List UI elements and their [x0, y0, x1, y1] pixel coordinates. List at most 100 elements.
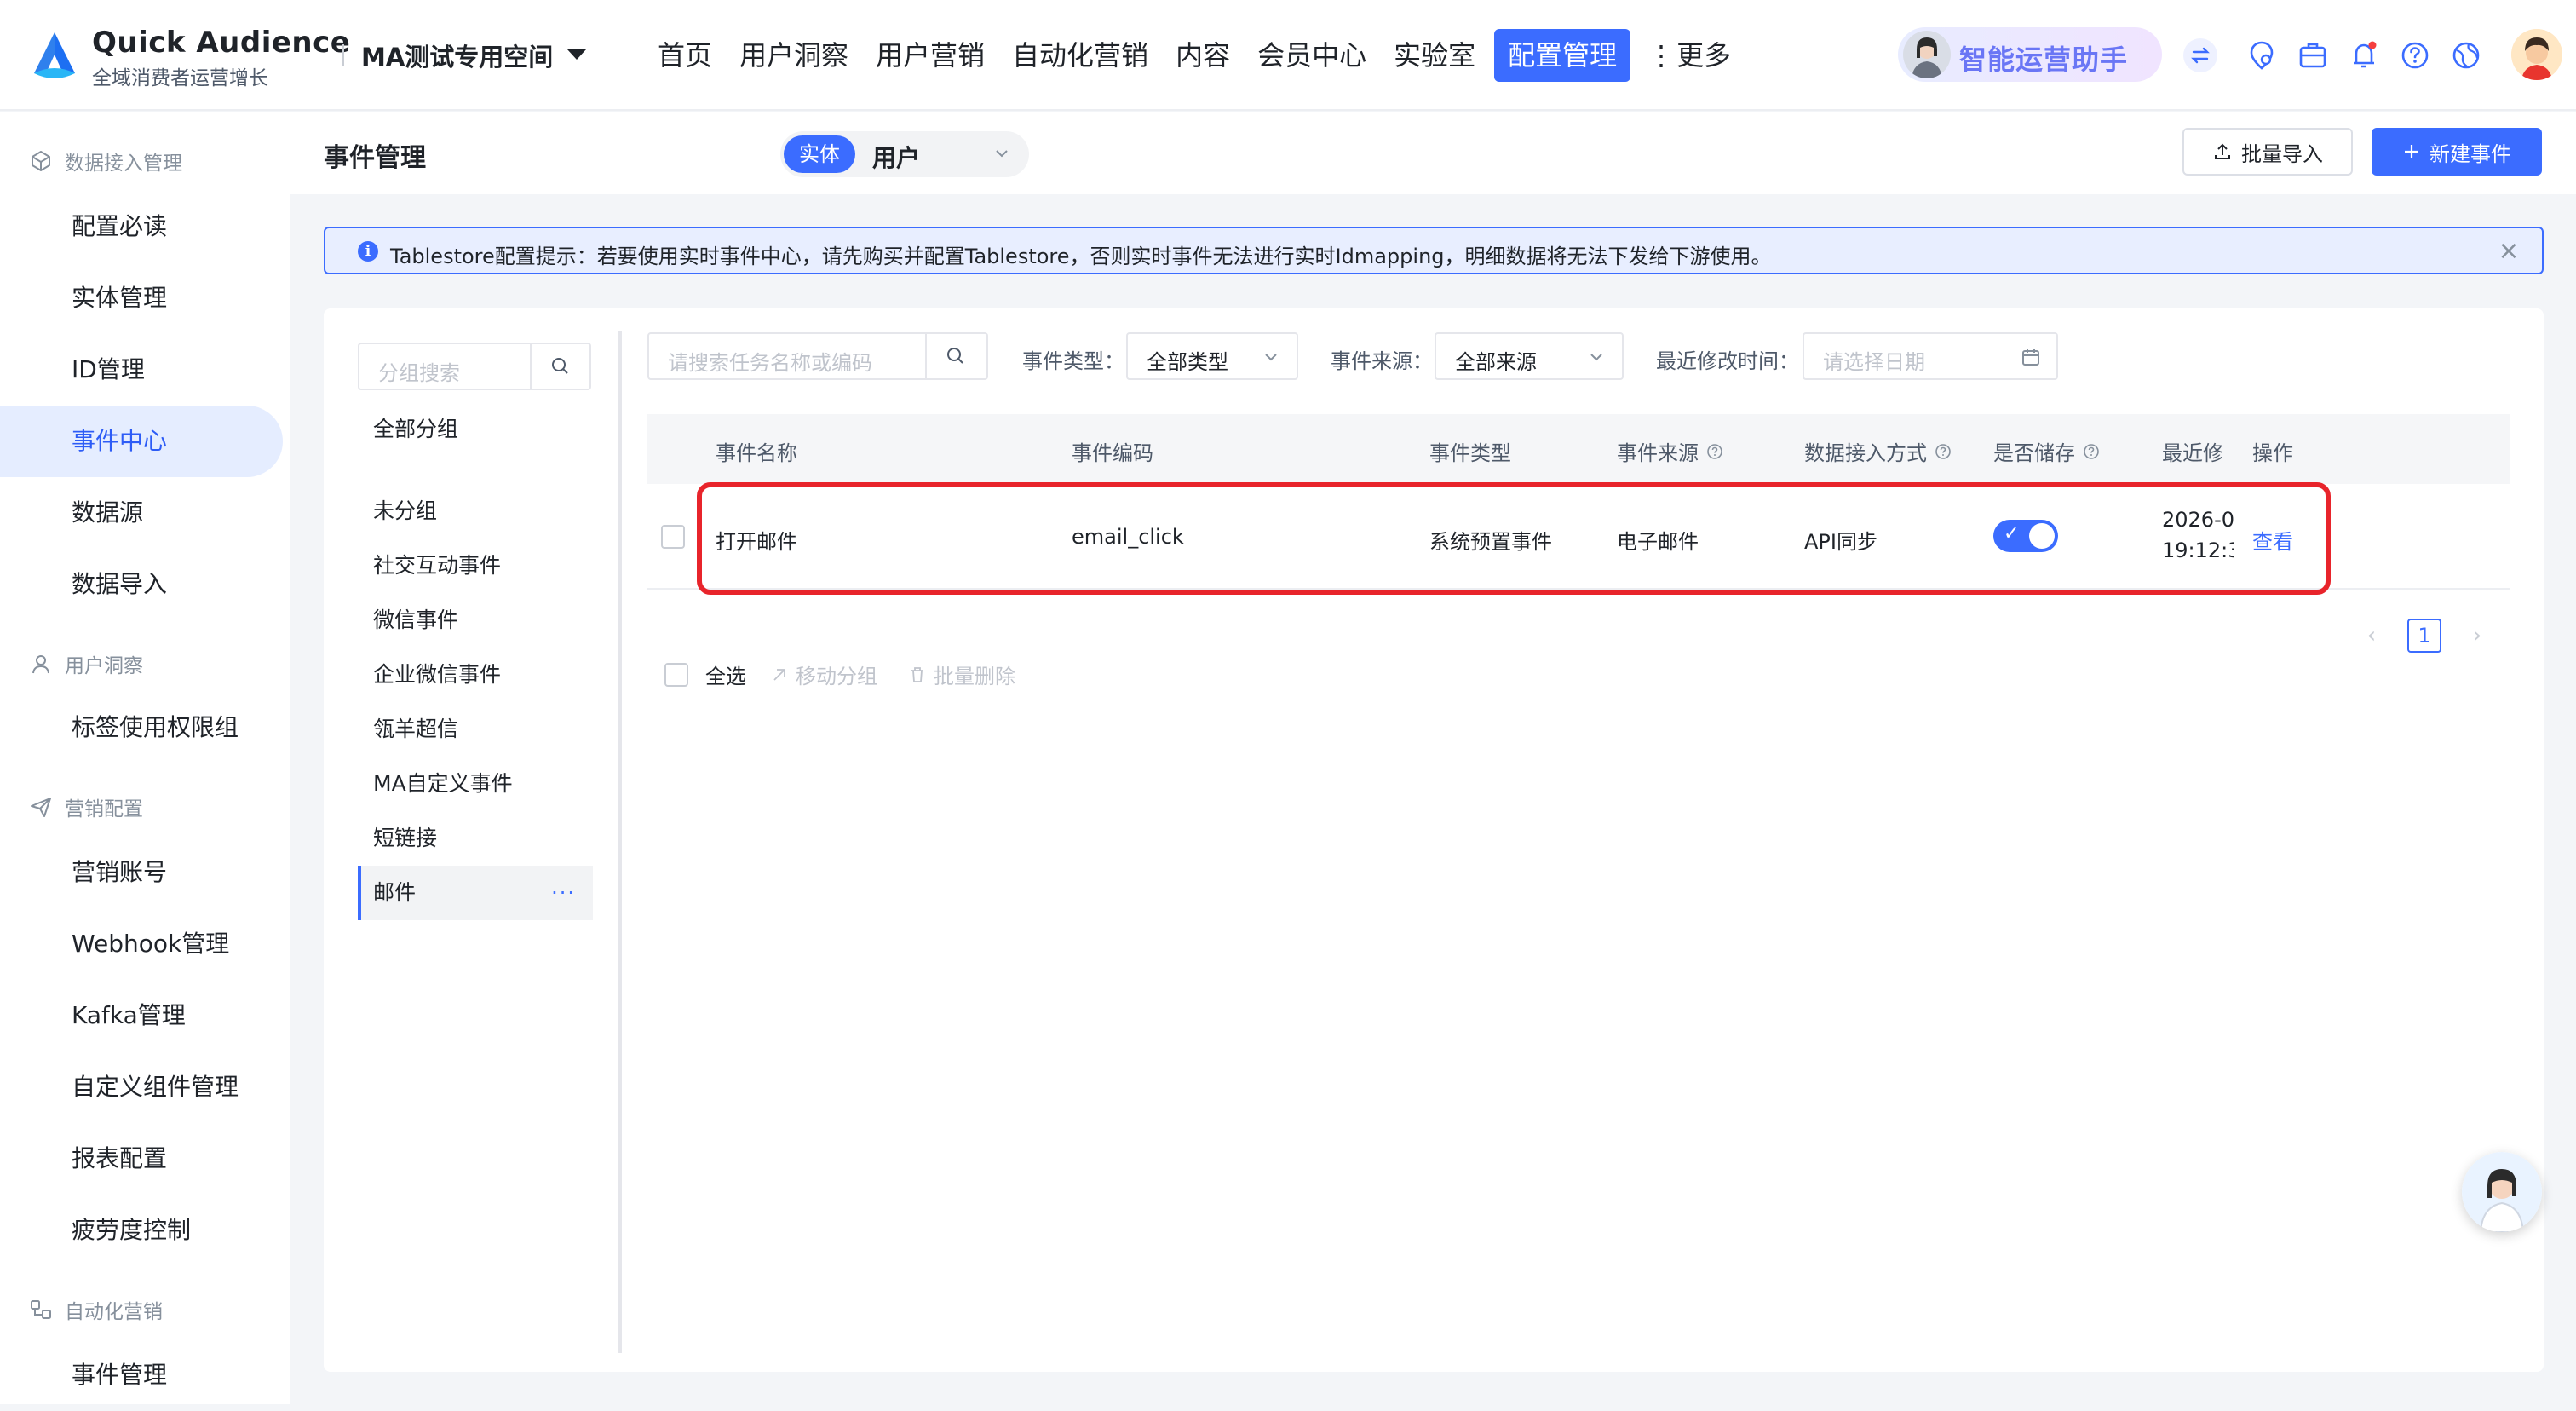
sidebar-item-report-config[interactable]: 报表配置 [0, 1123, 283, 1195]
sidebar-item-data-import[interactable]: 数据导入 [0, 549, 283, 620]
more-options-icon[interactable]: ··· [551, 866, 576, 920]
entity-value: 用户 [872, 144, 921, 172]
move-group-label: 移动分组 [796, 665, 877, 688]
sidebar-item-data-source[interactable]: 数据源 [0, 477, 283, 549]
view-link[interactable]: 查看 [2252, 525, 2293, 555]
task-search-input[interactable]: 请搜索任务名称或编码 [647, 332, 988, 380]
sidebar-item-event-center[interactable]: 事件中心 [0, 406, 283, 477]
select-all-checkbox[interactable] [664, 662, 688, 687]
cell-event-name: 打开邮件 [716, 530, 797, 554]
nav-lab[interactable]: 实验室 [1380, 29, 1489, 82]
cell-event-code: email_click [1072, 525, 1184, 549]
bell-icon[interactable] [2346, 37, 2382, 73]
close-icon[interactable]: × [2494, 237, 2523, 266]
sidebar-item-fatigue-control[interactable]: 疲劳度控制 [0, 1195, 283, 1266]
user-icon [32, 655, 49, 674]
sidebar-item-config-guide[interactable]: 配置必读 [0, 191, 283, 262]
group-item-lingyang-chaoxin[interactable]: 瓴羊超信 [358, 702, 593, 757]
event-source-select[interactable]: 全部来源 [1435, 332, 1624, 380]
sidebar-item-custom-component[interactable]: 自定义组件管理 [0, 1051, 283, 1123]
cell-event-type: 系统预置事件 [1429, 530, 1552, 554]
entity-tag: 实体 [784, 135, 855, 173]
group-search-placeholder: 分组搜索 [378, 361, 460, 385]
question-circle-icon[interactable] [1705, 442, 1724, 461]
group-item-label: 邮件 [373, 880, 417, 905]
question-circle-icon[interactable] [2082, 442, 2101, 461]
brand-subtitle: 全域消费者运营增长 [92, 67, 268, 89]
nav-user-marketing[interactable]: 用户营销 [862, 29, 998, 82]
group-item-wecom[interactable]: 企业微信事件 [358, 648, 593, 702]
move-group-button[interactable]: 移动分组 [770, 659, 877, 689]
next-page-icon[interactable]: › [2460, 619, 2494, 653]
row-checkbox[interactable] [661, 525, 685, 549]
group-item-ma-custom[interactable]: MA自定义事件 [358, 757, 593, 811]
col-event-source: 事件来源 [1617, 436, 1724, 466]
cell-modified-date: 2026-0 [2162, 508, 2234, 532]
workspace-selector[interactable]: MA测试专用空间 [361, 37, 553, 73]
group-item-wechat[interactable]: 微信事件 [358, 593, 593, 648]
batch-import-button[interactable]: 批量导入 [2182, 128, 2353, 176]
group-item-all[interactable]: 全部分组 [358, 402, 593, 457]
nav-config-management[interactable]: 配置管理 [1494, 29, 1631, 82]
page-title: 事件管理 [324, 143, 426, 173]
plus-icon [2405, 145, 2418, 158]
trash-icon [911, 666, 923, 682]
switch-arrows-icon[interactable] [2182, 37, 2218, 73]
smart-assistant-button[interactable]: 智能运营助手 [1898, 27, 2162, 82]
briefcase-icon[interactable] [2295, 37, 2331, 73]
nav-user-insight[interactable]: 用户洞察 [726, 29, 862, 82]
location-settings-icon[interactable] [2244, 37, 2280, 73]
brand-name: Quick Audience [92, 26, 351, 60]
date-picker-input[interactable]: 请选择日期 [1803, 332, 2058, 380]
search-icon[interactable] [549, 354, 572, 378]
sidebar-item-id-management[interactable]: ID管理 [0, 334, 283, 406]
nav-automation[interactable]: 自动化营销 [998, 29, 1162, 82]
search-divider [530, 344, 532, 389]
sidebar-item-marketing-account[interactable]: 营销账号 [0, 837, 283, 908]
sidebar-item-kafka[interactable]: Kafka管理 [0, 980, 283, 1051]
stored-toggle[interactable]: ✓ [1993, 520, 2058, 552]
caret-down-icon[interactable] [567, 49, 586, 60]
nav-home[interactable]: 首页 [644, 29, 726, 82]
col-event-name: 事件名称 [716, 441, 797, 465]
sidebar-item-tag-permission-group[interactable]: 标签使用权限组 [0, 692, 283, 763]
group-search-input[interactable]: 分组搜索 [358, 343, 591, 390]
new-event-label: 新建事件 [2429, 141, 2511, 166]
prev-page-icon[interactable]: ‹ [2355, 619, 2389, 653]
entity-selector[interactable]: 实体 用户 [780, 131, 1029, 177]
help-icon[interactable] [2397, 37, 2433, 73]
upload-icon [2215, 143, 2230, 159]
nav-content[interactable]: 内容 [1162, 29, 1244, 82]
more-dots-icon[interactable]: ⋮ [1636, 39, 1675, 72]
group-item-social[interactable]: 社交互动事件 [358, 538, 593, 593]
group-item-short-link[interactable]: 短链接 [358, 811, 593, 866]
search-icon[interactable] [944, 344, 968, 368]
nav-member-center[interactable]: 会员中心 [1244, 29, 1380, 82]
sidebar-item-entity-management[interactable]: 实体管理 [0, 262, 283, 334]
sidebar-item-webhook[interactable]: Webhook管理 [0, 908, 283, 980]
group-item-email[interactable]: 邮件 ··· [358, 866, 593, 920]
question-circle-icon[interactable] [1934, 442, 1952, 461]
floating-assistant-button[interactable] [2462, 1152, 2542, 1232]
page-number[interactable]: 1 [2407, 619, 2441, 653]
select-all-control[interactable]: 全选 [664, 659, 746, 689]
sidebar-item-event-management[interactable]: 事件管理 [0, 1339, 283, 1411]
chevron-down-icon [1265, 354, 1277, 361]
top-nav: 首页 用户洞察 用户营销 自动化营销 内容 会员中心 实验室 配置管理 ⋮ 更多 [644, 29, 1745, 82]
nav-more[interactable]: 更多 [1675, 29, 1745, 82]
chevron-down-icon [996, 150, 1008, 158]
batch-delete-button[interactable]: 批量删除 [908, 659, 1015, 689]
sidebar-group-data-access: 数据接入管理 [29, 147, 182, 176]
calendar-icon [2022, 349, 2039, 366]
event-type-select[interactable]: 全部类型 [1126, 332, 1298, 380]
flow-icon [31, 1300, 51, 1319]
tablestore-notice: i Tablestore配置提示：若要使用实时事件中心，请先购买并配置Table… [324, 227, 2544, 274]
top-header: Quick Audience 全域消费者运营增长 MA测试专用空间 首页 用户洞… [0, 0, 2576, 111]
chevron-down-icon [1590, 354, 1602, 361]
user-avatar[interactable] [2511, 29, 2562, 80]
group-item-ungrouped[interactable]: 未分组 [358, 484, 593, 538]
sidebar-group-marketing-config: 营销配置 [29, 792, 143, 821]
new-event-button[interactable]: 新建事件 [2372, 128, 2542, 176]
col-event-type: 事件类型 [1429, 441, 1511, 465]
globe-icon[interactable] [2448, 37, 2484, 73]
